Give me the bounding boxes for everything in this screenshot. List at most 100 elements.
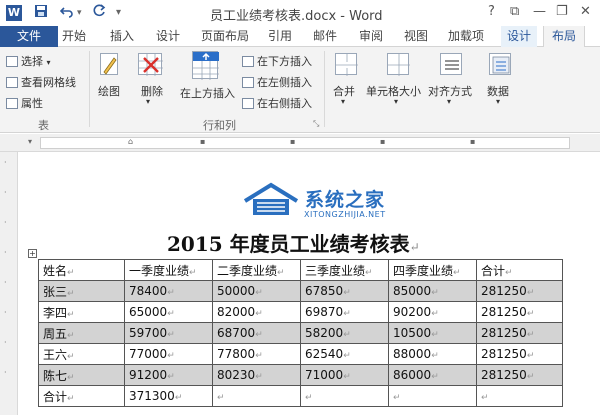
table-cell[interactable]: 281250↵ [476,322,563,344]
draw-button[interactable]: 绘图 [98,83,120,99]
data-icon[interactable] [489,53,511,75]
table-header-cell[interactable]: 二季度业绩↵ [212,259,301,281]
table-cell[interactable]: 62540↵ [300,343,389,365]
ruler-column-marker-icon[interactable]: ▪ [290,137,295,146]
table-cell[interactable]: 82000↵ [212,301,301,323]
rows-columns-launcher-icon[interactable]: ⤡ [313,119,319,129]
insert-right-button[interactable]: 在右侧插入 [242,95,312,111]
restore-button[interactable]: ❐ [556,4,568,20]
tab-page-layout[interactable]: 页面布局 [201,26,249,47]
table-cell[interactable]: 88000↵ [388,343,477,365]
tab-review[interactable]: 审阅 [359,26,383,47]
table-header-cell[interactable]: 四季度业绩↵ [388,259,477,281]
table-cell[interactable]: 李四↵ [38,301,125,323]
data-dropdown-icon[interactable]: ▾ [496,97,500,106]
table-cell[interactable]: 371300↵ [124,385,213,407]
table-cell[interactable]: ↵ [300,385,389,407]
tab-design[interactable]: 设计 [156,26,180,47]
table-cell[interactable]: 78400↵ [124,280,213,302]
table-cell[interactable]: 281250↵ [476,301,563,323]
table-header-cell[interactable]: 三季度业绩↵ [300,259,389,281]
insert-above-icon[interactable] [192,51,219,80]
ruler-column-marker-icon[interactable]: ▪ [470,137,475,146]
cell-size-icon[interactable] [387,53,410,76]
delete-button[interactable]: 删除 [141,83,163,99]
tab-home[interactable]: 开始 [62,26,86,47]
delete-table-icon[interactable] [138,53,163,76]
table-cell[interactable]: 陈七↵ [38,364,125,386]
draw-table-icon[interactable] [100,53,118,75]
ruler-column-marker-icon[interactable]: ▪ [200,137,205,146]
tab-insert[interactable]: 插入 [110,26,134,47]
performance-table[interactable]: 姓名↵ 一季度业绩↵ 二季度业绩↵ 三季度业绩↵ 四季度业绩↵ 合计↵ 张三↵ … [38,259,563,407]
table-cell[interactable]: 58200↵ [300,322,389,344]
tab-references[interactable]: 引用 [268,26,292,47]
table-cell[interactable]: 281250↵ [476,364,563,386]
ruler-column-marker-icon[interactable]: ▪ [380,137,385,146]
insert-below-button[interactable]: 在下方插入 [242,53,312,69]
alignment-dropdown-icon[interactable]: ▾ [447,97,451,106]
table-cell[interactable]: 80230↵ [212,364,301,386]
view-gridlines-button[interactable]: 查看网格线 [6,74,76,90]
table-move-handle-icon[interactable]: + [28,249,37,258]
table-cell[interactable]: 王六↵ [38,343,125,365]
select-button[interactable]: 选择 ▾ [6,53,51,69]
undo-dropdown-icon[interactable]: ▾ [77,4,82,22]
table-cell[interactable]: 281250↵ [476,343,563,365]
horizontal-ruler[interactable]: ▾ ⌂ ▪ ▪ ▪ ▪ [0,134,600,152]
table-cell[interactable]: 77000↵ [124,343,213,365]
table-cell[interactable]: 合计↵ [38,385,125,407]
table-cell[interactable]: 281250↵ [476,280,563,302]
properties-button[interactable]: 属性 [6,95,43,111]
table-header-cell[interactable]: 一季度业绩↵ [124,259,213,281]
table-cell[interactable]: ↵ [212,385,301,407]
alignment-icon[interactable] [440,53,462,75]
customize-quick-access-icon[interactable]: ▾ [116,4,121,22]
table-cell[interactable]: ↵ [388,385,477,407]
tab-view[interactable]: 视图 [404,26,428,47]
close-button[interactable]: ✕ [580,4,591,20]
table-cell[interactable]: 周五↵ [38,322,125,344]
cell-size-dropdown-icon[interactable]: ▾ [394,97,398,106]
insert-left-button[interactable]: 在左侧插入 [242,74,312,90]
undo-icon[interactable] [59,4,74,22]
table-cell[interactable]: 67850↵ [300,280,389,302]
document-title[interactable]: 2015 年度员工业绩考核表↵ [167,228,420,257]
merge-dropdown-icon[interactable]: ▾ [341,97,345,106]
table-header-cell[interactable]: 姓名↵ [38,259,125,281]
table-cell[interactable]: 50000↵ [212,280,301,302]
ruler-first-line-indent-icon[interactable]: ⌂ [128,137,133,146]
table-cell[interactable]: 10500↵ [388,322,477,344]
table-cell[interactable]: ↵ [476,385,563,407]
table-cell[interactable]: 68700↵ [212,322,301,344]
document-page[interactable]: 系统之家 XITONGZHIJIA.NET 2015 年度员工业绩考核表↵ + … [19,153,600,415]
table-header-cell[interactable]: 合计↵ [476,259,563,281]
merge-icon[interactable] [335,53,358,76]
table-cell[interactable]: 77800↵ [212,343,301,365]
table-cell[interactable]: 90200↵ [388,301,477,323]
vertical-ruler[interactable]: · · · · · · · · [0,152,18,415]
save-icon[interactable] [34,4,48,22]
ruler-indent-marker-icon[interactable]: ▾ [28,137,32,146]
redo-icon[interactable] [92,4,106,22]
document-area[interactable]: 系统之家 XITONGZHIJIA.NET 2015 年度员工业绩考核表↵ + … [19,153,600,415]
table-cell[interactable]: 86000↵ [388,364,477,386]
table-cell[interactable]: 85000↵ [388,280,477,302]
table-cell[interactable]: 91200↵ [124,364,213,386]
tab-table-design[interactable]: 设计 [501,26,538,47]
table-cell[interactable]: 71000↵ [300,364,389,386]
tab-file[interactable]: 文件 [0,26,58,47]
table-cell[interactable]: 69870↵ [300,301,389,323]
tab-mailings[interactable]: 邮件 [313,26,337,47]
minimize-button[interactable]: — [533,4,546,20]
delete-dropdown-icon[interactable]: ▾ [146,97,150,106]
insert-above-button[interactable]: 在上方插入 [180,85,235,101]
table-cell[interactable]: 65000↵ [124,301,213,323]
word-icon[interactable]: W [6,5,22,21]
ribbon-display-options-button[interactable]: ⧉ [510,4,519,20]
table-cell[interactable]: 张三↵ [38,280,125,302]
table-cell[interactable]: 59700↵ [124,322,213,344]
tab-addins[interactable]: 加载项 [448,26,484,47]
tab-table-layout[interactable]: 布局 [543,26,586,48]
help-button[interactable]: ? [488,4,495,20]
